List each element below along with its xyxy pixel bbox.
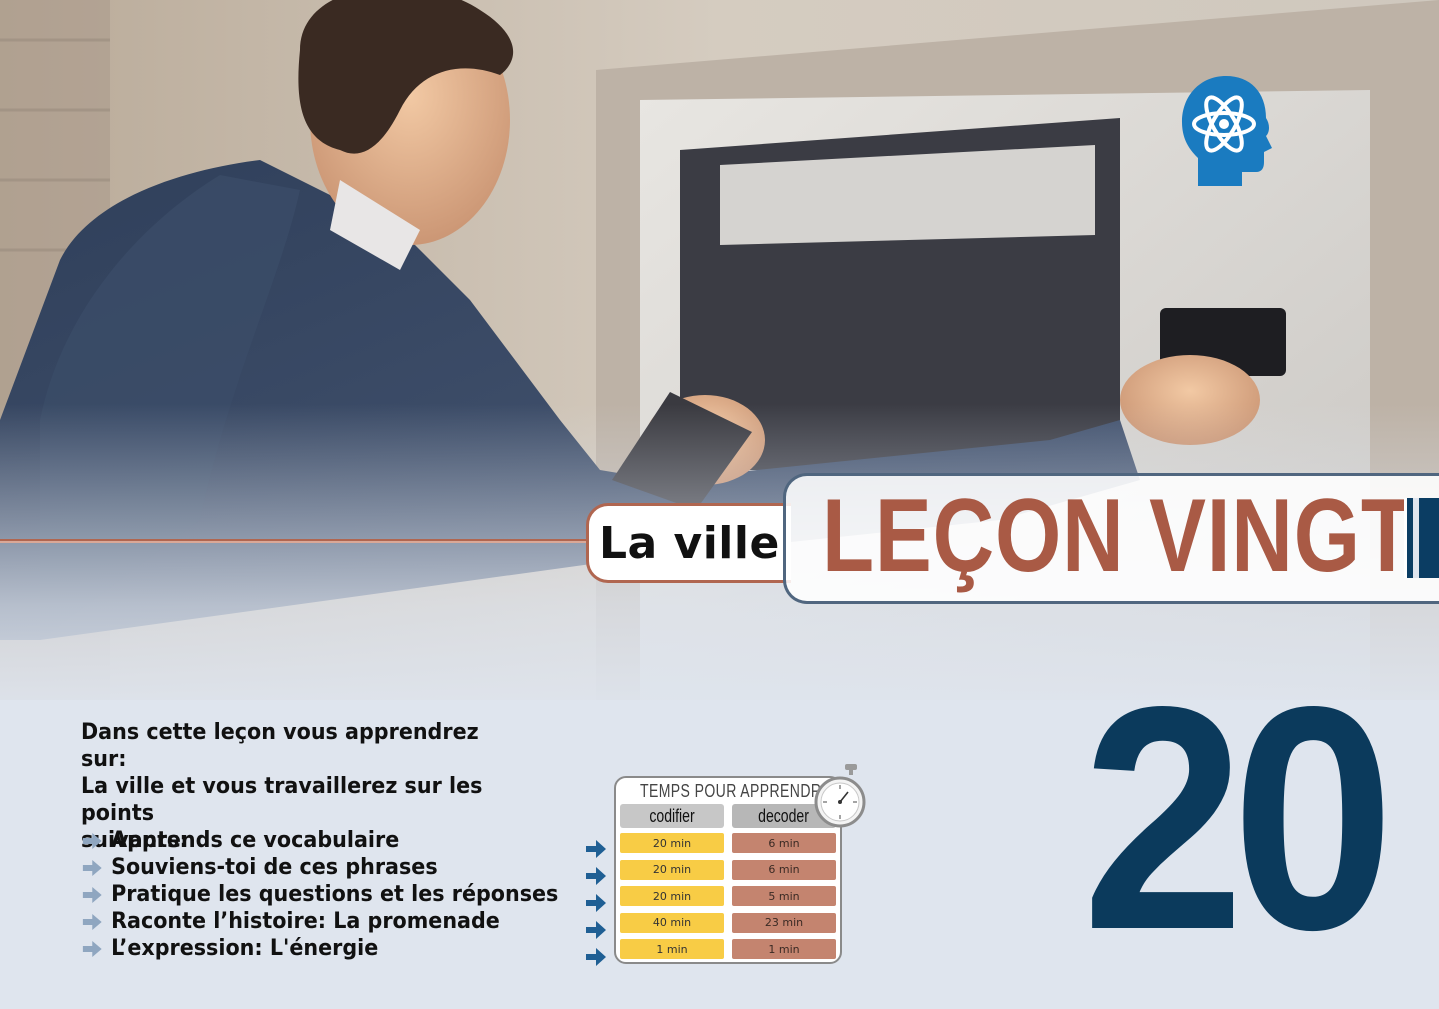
topic-label: L’expression: L'énergie [111,936,379,961]
codify-column-header: codifier [620,804,724,828]
arrow-right-icon [82,940,102,957]
decode-time: 6 min [732,859,836,880]
title-accent-bar [1404,498,1439,578]
topic-label: Pratique les questions et les réponses [111,882,559,907]
arrow-right-icon [586,948,606,966]
codify-time: 40 min [620,912,724,933]
topic-label: Apprends ce vocabulaire [111,828,400,853]
time-row: 40 min 23 min [620,912,836,933]
time-row: 1 min 1 min [620,939,836,959]
time-row: 20 min 6 min [620,859,836,880]
time-row: 20 min 5 min [620,886,836,906]
topic-item: Pratique les questions et les réponses [81,881,558,908]
codify-time: 20 min [620,886,724,906]
arrow-right-icon [82,832,102,849]
topic-label: Raconte l’histoire: La promenade [111,909,500,934]
arrow-right-icon [586,840,606,858]
brain-atom-head-icon [1182,76,1272,186]
arrow-right-icon [82,859,102,876]
codify-time: 1 min [620,939,724,959]
time-row: 20 min 6 min [620,833,836,853]
decode-time: 1 min [732,939,836,959]
time-row-arrows [585,838,609,973]
topic-item: Apprends ce vocabulaire [81,827,523,854]
title-rule-line [0,539,592,543]
intro-line: La ville et vous travaillerez sur les po… [81,774,483,826]
lesson-subtitle: La ville [599,517,780,569]
topic-label: Souviens-toi de ces phrases [111,855,438,880]
codify-time: 20 min [620,833,724,853]
stopwatch-icon [814,764,866,828]
decode-time: 6 min [732,833,836,853]
arrow-right-icon [82,886,102,903]
codify-time: 20 min [620,859,724,880]
time-card-title: TEMPS POUR APPRENDRE [640,781,832,801]
intro-line: Dans cette leçon vous apprendrez sur: [81,720,479,772]
topic-item: L’expression: L'énergie [81,935,523,962]
topic-item: Raconte l’histoire: La promenade [81,908,523,935]
time-rows: 20 min 6 min 20 min 6 min 20 min 5 min 4… [620,833,836,966]
topic-list: Apprends ce vocabulaire Souviens-toi de … [81,827,558,962]
arrow-right-icon [586,867,606,885]
arrow-right-icon [586,894,606,912]
topic-item: Souviens-toi de ces phrases [81,854,523,881]
decode-time: 23 min [732,912,836,933]
lesson-number: 20 [1082,641,1395,996]
arrow-right-icon [82,913,102,930]
lesson-title: LEÇON VINGT [822,478,1414,594]
decode-time: 5 min [732,886,836,906]
lesson-subtitle-box: La ville [586,503,791,583]
arrow-right-icon [586,921,606,939]
